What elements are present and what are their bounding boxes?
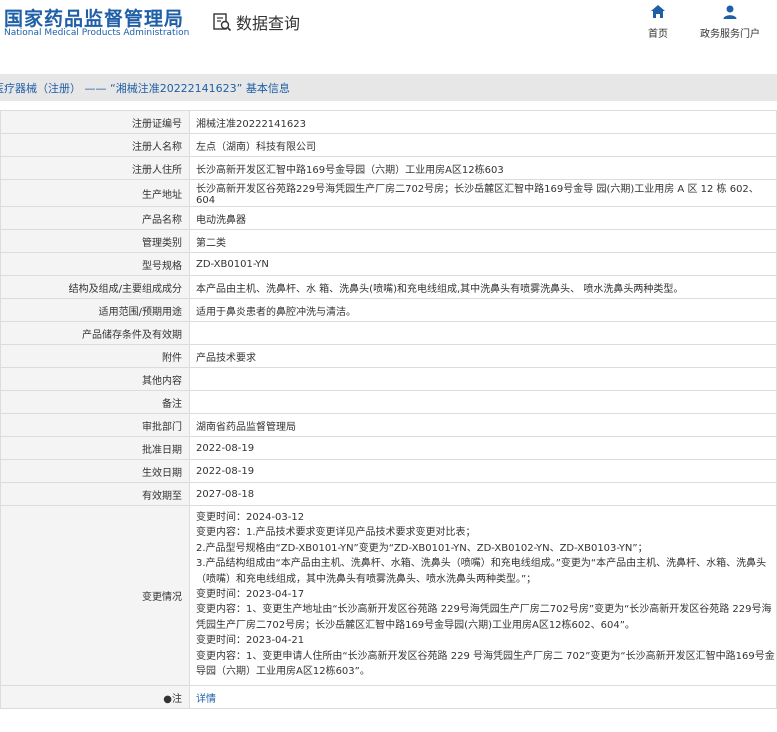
note-row: ●注 详情 [0,685,777,710]
info-row-value [189,321,777,345]
data-query-heading: 数据查询 [212,10,300,34]
info-row: 其他内容 [0,367,777,391]
change-line: 3.产品结构组成由“本产品由主机、洗鼻杆、水箱、洗鼻头（喷嘴）和充电线组成。”变… [196,558,767,585]
change-line: 变更内容：1、变更申请人住所由“长沙高新开发区谷苑路 229 号海凭园生产厂房二… [196,650,775,678]
note-key: ●注 [0,685,190,710]
note-value-cell: 详情 [189,685,777,710]
info-row: 注册人名称 左点（湖南）科技有限公司 [0,133,777,157]
document-search-icon [213,13,232,32]
info-row-key: 生效日期 [0,459,190,483]
nav-home[interactable]: 首页 [648,4,668,40]
info-row-key: 有效期至 [0,482,190,506]
change-line: 变更内容：1、变更生产地址由“长沙高新开发区谷苑路 229号海凭园生产厂房二70… [196,604,772,631]
user-icon [723,5,737,19]
info-row-key: 审批部门 [0,413,190,437]
info-row-value: 长沙高新开发区谷苑路229号海凭园生产厂房二702号房；长沙岳麓区汇智中路169… [189,179,777,207]
nav-service-portal[interactable]: 政务服务门户 [700,4,760,40]
info-row: 批准日期 2022-08-19 [0,436,777,460]
info-row-key: 产品名称 [0,206,190,230]
site-header: 国家药品监督管理局 National Medical Products Admi… [0,0,777,60]
home-icon [651,5,665,18]
info-row-key: 其他内容 [0,367,190,391]
info-row-value: 第二类 [189,229,777,253]
info-row-key: 管理类别 [0,229,190,253]
info-row: 产品储存条件及有效期 [0,321,777,345]
change-line: 变更时间：2024-03-12 [196,512,305,523]
info-row: 适用范围/预期用途 适用于鼻炎患者的鼻腔冲洗与清洁。 [0,298,777,322]
changes-key: 变更情况 [0,504,190,687]
info-row-value: 湘械注准20222141623 [189,110,777,134]
info-row-value: 2022-08-19 [189,459,777,483]
info-row-value: 2022-08-19 [189,436,777,460]
info-row-value: 长沙高新开发区汇智中路169号金导园（六期）工业用房A区12栋603 [189,156,777,180]
info-row-value: 2027-08-18 [189,482,777,506]
change-line: 变更时间：2023-04-17 [196,589,305,601]
info-row-key: 附件 [0,344,190,368]
changes-value: 变更时间：2024-03-12 变更内容：1.产品技术要求变更详见产品技术要求变更… [189,504,777,687]
info-row-value: 产品技术要求 [189,344,777,368]
site-logo-cn[interactable]: 国家药品监督管理局 [4,4,184,31]
info-row: 生产地址 长沙高新开发区谷苑路229号海凭园生产厂房二702号房；长沙岳麓区汇智中… [0,179,777,207]
info-row-value: 适用于鼻炎患者的鼻腔冲洗与清洁。 [189,298,777,322]
info-row-value: 电动洗鼻器 [189,206,777,230]
info-row-key: 生产地址 [0,179,190,207]
info-row: 有效期至 2027-08-18 [0,482,777,506]
info-row: 型号规格 ZD-XB0101-YN [0,252,777,276]
info-row-value: 本产品由主机、洗鼻杆、水 箱、洗鼻头(喷嘴)和充电线组成,其中洗鼻头有喷雾洗鼻头… [189,275,777,299]
info-row-key: 注册人住所 [0,156,190,180]
info-row-key: 产品储存条件及有效期 [0,321,190,345]
info-row: 附件 产品技术要求 [0,344,777,368]
info-row: 注册证编号 湘械注准20222141623 [0,110,777,134]
info-row-key: 型号规格 [0,252,190,276]
info-row: 产品名称 电动洗鼻器 [0,206,777,230]
info-row: 注册人住所 长沙高新开发区汇智中路169号金导园（六期）工业用房A区12栋603 [0,156,777,180]
info-row-key: 结构及组成/主要组成成分 [0,275,190,299]
changes-row: 变更情况 变更时间：2024-03-12 变更内容：1.产品技术要求变更详见产品技术… [0,504,777,687]
change-line: 2.产品型号规格由“ZD-XB0101-YN”变更为“ZD-XB0101-YN、… [196,542,648,554]
info-row-key: 注册证编号 [0,110,190,134]
change-line: 变更时间：2023-04-21 [196,635,305,647]
info-row: 审批部门 湖南省药品监督管理局 [0,413,777,437]
info-row-value [189,367,777,391]
info-row: 结构及组成/主要组成成分 本产品由主机、洗鼻杆、水 箱、洗鼻头(喷嘴)和充电线组成… [0,275,777,299]
nav-service-portal-label: 政务服务门户 [700,29,760,40]
info-row-key: 批准日期 [0,436,190,460]
record-title-bar: 医疗器械（注册） —— “湘械注准20222141623” 基本信息 [0,74,777,101]
info-row-key: 备注 [0,390,190,414]
registration-info-table: 注册证编号 湘械注准20222141623 注册人名称 左点（湖南）科技有限公司 注册人… [0,110,777,710]
info-row-value: ZD-XB0101-YN [189,252,777,276]
info-row-key: 注册人名称 [0,133,190,157]
info-row-value: 左点（湖南）科技有限公司 [189,133,777,157]
details-link[interactable]: 详情 [196,694,216,705]
data-query-label: 数据查询 [236,14,301,33]
info-row-value: 湖南省药品监督管理局 [189,413,777,437]
info-row-key: 适用范围/预期用途 [0,298,190,322]
nav-home-label: 首页 [648,29,668,40]
record-title: 医疗器械（注册） —— “湘械注准20222141623” 基本信息 [0,82,290,95]
info-row: 管理类别 第二类 [0,229,777,253]
site-logo-en: National Medical Products Administration [4,28,190,38]
info-row: 生效日期 2022-08-19 [0,459,777,483]
info-row: 备注 [0,390,777,414]
info-row-value [189,390,777,414]
change-line: 变更内容：1.产品技术要求变更详见产品技术要求变更对比表； [196,527,476,539]
